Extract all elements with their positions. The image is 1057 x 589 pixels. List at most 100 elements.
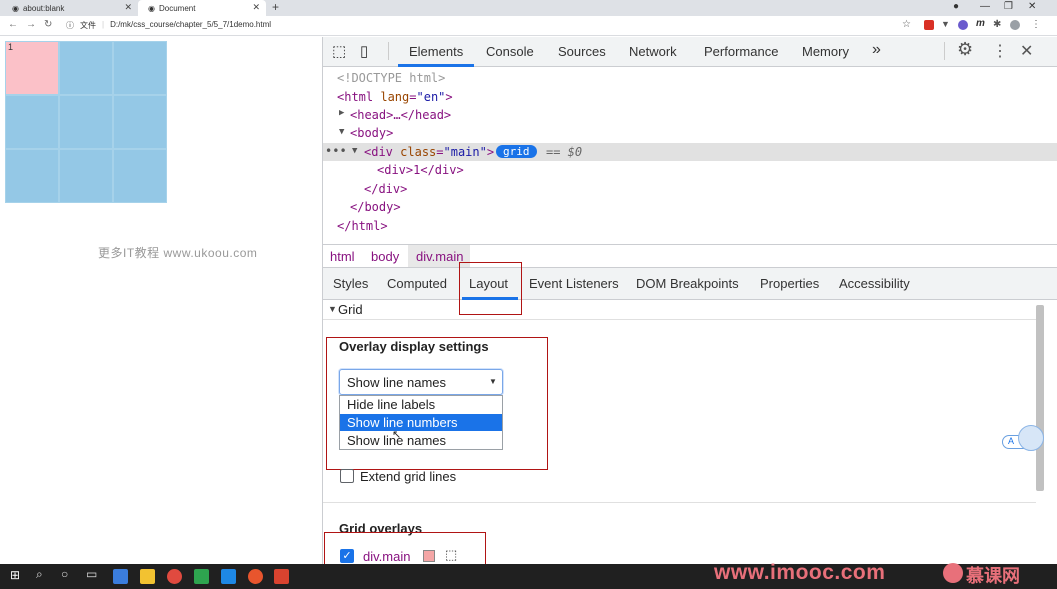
- close-tab-icon[interactable]: ✕: [124, 2, 132, 13]
- extend-grid-lines-checkbox[interactable]: [340, 469, 354, 483]
- overlay-settings-heading: Overlay display settings: [339, 339, 489, 354]
- inspect-element-icon[interactable]: ⬚: [332, 42, 346, 60]
- browser-tab-title: about:blank: [22, 3, 65, 13]
- dom-head[interactable]: <head>…</head>: [350, 108, 451, 122]
- file-explorer-icon[interactable]: [140, 569, 155, 584]
- dom-html-open[interactable]: <html lang="en">: [337, 90, 453, 104]
- tab-computed[interactable]: Computed: [387, 276, 447, 291]
- back-icon[interactable]: ←: [8, 19, 18, 30]
- app-icon[interactable]: [194, 569, 209, 584]
- gear-icon[interactable]: ⚙: [957, 39, 973, 60]
- tab-event-listeners[interactable]: Event Listeners: [529, 276, 619, 291]
- active-tab-indicator: [398, 64, 474, 67]
- overlay-color-swatch[interactable]: [423, 550, 435, 562]
- forward-icon[interactable]: →: [26, 19, 36, 30]
- browser-tab-document[interactable]: ◉ Document ✕: [138, 0, 266, 16]
- devtools-scrollbar[interactable]: [1036, 305, 1044, 491]
- grid-badge[interactable]: grid: [496, 145, 537, 158]
- grid-cell: 1: [5, 41, 59, 95]
- dom-div-main[interactable]: <div class="main">: [364, 145, 494, 159]
- tab-accessibility[interactable]: Accessibility: [839, 276, 910, 291]
- tab-sources[interactable]: Sources: [558, 44, 606, 59]
- file-label: 文件: [80, 21, 96, 30]
- collapse-triangle-icon[interactable]: ▼: [339, 127, 344, 137]
- option-show-line-names[interactable]: Show line names: [340, 432, 502, 449]
- option-hide-line-labels[interactable]: Hide line labels: [340, 396, 502, 413]
- search-icon[interactable]: ⌕: [36, 567, 43, 582]
- globe-icon: ◉: [148, 3, 155, 13]
- grid-cell: [113, 41, 167, 95]
- grid-cell: [59, 149, 113, 203]
- chrome-icon[interactable]: [167, 569, 182, 584]
- collapse-triangle-icon[interactable]: ▼: [352, 146, 357, 156]
- breadcrumb-div-main[interactable]: div.main: [416, 249, 463, 264]
- tab-elements[interactable]: Elements: [409, 44, 463, 59]
- dom-html-close[interactable]: </html>: [337, 219, 388, 233]
- grid-section-header[interactable]: [323, 300, 1036, 320]
- tab-properties[interactable]: Properties: [760, 276, 819, 291]
- tab-performance[interactable]: Performance: [704, 44, 778, 59]
- collapse-triangle-icon[interactable]: ▼: [328, 304, 337, 314]
- dom-child-div[interactable]: <div>1</div>: [377, 163, 464, 177]
- url-field[interactable]: ⓘ 文件 | D:/mk/css_course/chapter_5/5_7/1d…: [66, 20, 271, 31]
- avatar[interactable]: [1010, 20, 1020, 30]
- device-toolbar-icon[interactable]: ▯: [360, 42, 368, 60]
- dom-div-close[interactable]: </div>: [364, 182, 407, 196]
- app-icon[interactable]: [113, 569, 128, 584]
- profile-dot-icon[interactable]: ●: [953, 1, 959, 12]
- extension-icon[interactable]: [924, 20, 934, 30]
- grid-cell: [59, 41, 113, 95]
- more-tabs-icon[interactable]: »: [872, 41, 881, 59]
- extension-icon[interactable]: m: [976, 18, 985, 29]
- reload-icon[interactable]: ↻: [44, 19, 52, 30]
- browser-tab-blank[interactable]: ◉ about:blank ✕: [2, 0, 138, 16]
- extend-grid-lines-label: Extend grid lines: [360, 469, 457, 484]
- minimize-icon[interactable]: —: [980, 1, 990, 12]
- div-main-overlay-checkbox[interactable]: ✓: [340, 549, 354, 563]
- selected-marker: == $0: [546, 145, 583, 159]
- breadcrumb-body[interactable]: body: [371, 249, 399, 264]
- puzzle-icon[interactable]: ✱: [993, 19, 1001, 30]
- close-devtools-icon[interactable]: ✕: [1020, 41, 1033, 61]
- dom-doctype[interactable]: <!DOCTYPE html>: [337, 71, 445, 85]
- info-icon: ⓘ: [66, 21, 74, 30]
- restore-icon[interactable]: ❐: [1004, 1, 1013, 12]
- windows-start-icon[interactable]: ⊞: [10, 568, 20, 582]
- task-view-icon[interactable]: ▭: [86, 567, 97, 581]
- option-show-line-numbers[interactable]: Show line numbers: [340, 414, 502, 431]
- tab-dom-breakpoints[interactable]: DOM Breakpoints: [636, 276, 739, 291]
- app-icon[interactable]: [248, 569, 263, 584]
- grid-cell: [5, 149, 59, 203]
- close-tab-icon[interactable]: ✕: [252, 2, 260, 13]
- vscode-icon[interactable]: [221, 569, 236, 584]
- dom-body-open[interactable]: <body>: [350, 126, 393, 140]
- new-tab-button[interactable]: +: [272, 0, 279, 14]
- expand-triangle-icon[interactable]: ▶: [339, 108, 344, 118]
- grid-cell: [5, 95, 59, 149]
- breadcrumb-html[interactable]: html: [330, 249, 355, 264]
- toolbar-divider: [944, 42, 945, 60]
- tab-memory[interactable]: Memory: [802, 44, 849, 59]
- menu-dots-icon[interactable]: ⋮: [1031, 19, 1041, 30]
- star-icon[interactable]: ☆: [902, 19, 911, 30]
- extension-icon[interactable]: [958, 20, 968, 30]
- tab-styles[interactable]: Styles: [333, 276, 368, 291]
- url-text: D:/mk/css_course/chapter_5/5_7/1demo.htm…: [110, 20, 272, 29]
- dom-more-icon[interactable]: •••: [325, 144, 347, 158]
- assistant-bubble-icon[interactable]: [1018, 425, 1044, 451]
- app-icon[interactable]: [274, 569, 289, 584]
- close-window-icon[interactable]: ✕: [1028, 1, 1036, 12]
- toolbar-divider: [388, 42, 389, 60]
- cursor-icon: ↖: [392, 429, 402, 441]
- globe-icon: ◉: [12, 3, 19, 13]
- page-viewport: 1: [0, 37, 322, 564]
- line-labels-select[interactable]: Show line names: [339, 369, 503, 395]
- tab-console[interactable]: Console: [486, 44, 534, 59]
- dom-body-close[interactable]: </body>: [350, 200, 401, 214]
- kebab-menu-icon[interactable]: ⋮: [992, 41, 1008, 61]
- tab-network[interactable]: Network: [629, 44, 677, 59]
- filter-extension-icon[interactable]: ▼: [941, 19, 950, 29]
- cortana-icon[interactable]: ○: [61, 567, 68, 581]
- line-labels-dropdown: Hide line labels Show line numbers Show …: [339, 395, 503, 450]
- highlight-element-icon[interactable]: ⬚: [445, 547, 457, 563]
